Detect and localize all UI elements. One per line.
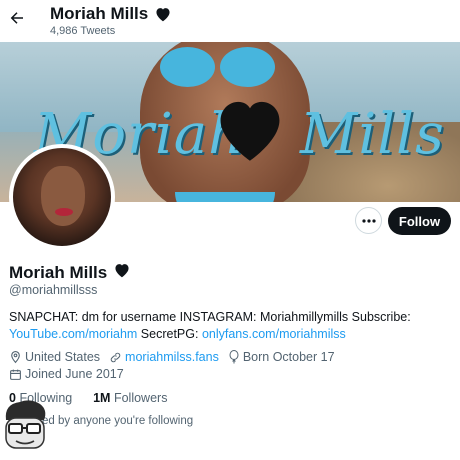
profile-name: Moriah Mills xyxy=(9,262,131,283)
followers-label: Followers xyxy=(113,391,168,405)
bio-youtube-link[interactable]: YouTube.com/moriahm xyxy=(9,327,137,341)
cartoon-face-watermark xyxy=(5,400,46,449)
calendar-icon xyxy=(10,369,21,380)
followers-link[interactable]: 1M Followers xyxy=(93,391,167,405)
avatar-lips xyxy=(55,208,73,216)
birthday-item: Born October 17 xyxy=(228,350,335,364)
profile-meta-row1: United States moriahmilss.fans Born Octo… xyxy=(9,350,344,364)
bio-onlyfans-link[interactable]: onlyfans.com/moriahmilss xyxy=(202,327,346,341)
bio-text: SNAPCHAT: dm for username INSTAGRAM: Mor… xyxy=(9,310,411,324)
top-bar: Moriah Mills 4,986 Tweets xyxy=(0,0,460,42)
black-heart-icon xyxy=(154,6,172,22)
black-heart-icon xyxy=(113,262,131,283)
profile-bio: SNAPCHAT: dm for username INSTAGRAM: Mor… xyxy=(9,309,449,343)
more-icon xyxy=(361,218,376,223)
link-icon xyxy=(110,352,121,362)
more-button[interactable] xyxy=(355,207,382,234)
followers-count: 1M xyxy=(93,391,111,405)
banner-bikini-right xyxy=(220,47,275,87)
banner-bikini-left xyxy=(160,47,215,87)
profile-name-text: Moriah Mills xyxy=(9,262,108,282)
avatar-face xyxy=(41,166,85,226)
follow-button[interactable]: Follow xyxy=(388,207,451,235)
location-item: United States xyxy=(9,350,100,364)
balloon-icon xyxy=(229,350,239,364)
header-name: Moriah Mills xyxy=(50,4,172,24)
joined-item: Joined June 2017 xyxy=(9,367,124,381)
banner-script-right: Mills xyxy=(300,102,445,167)
website-item: moriahmilss.fans xyxy=(109,350,219,364)
black-heart-icon xyxy=(220,101,280,161)
joined-text: Joined June 2017 xyxy=(25,367,124,381)
birthday-text: Born October 17 xyxy=(242,350,335,364)
avatar[interactable] xyxy=(9,144,115,250)
banner-bikini-bottom xyxy=(175,192,275,202)
location-icon xyxy=(11,351,20,364)
bio-mid-text: SecretPG: xyxy=(140,327,199,341)
website-link[interactable]: moriahmilss.fans xyxy=(125,350,219,364)
location-text: United States xyxy=(25,350,101,364)
header-name-text: Moriah Mills xyxy=(50,4,149,23)
tweet-count: 4,986 Tweets xyxy=(50,25,116,37)
tabs-partial xyxy=(30,452,450,455)
profile-meta-row2: Joined June 2017 xyxy=(9,367,133,381)
not-followed-note: ed by anyone you're following xyxy=(42,415,194,427)
profile-handle: @moriahmillsss xyxy=(9,283,98,297)
back-arrow-icon[interactable] xyxy=(8,9,26,27)
